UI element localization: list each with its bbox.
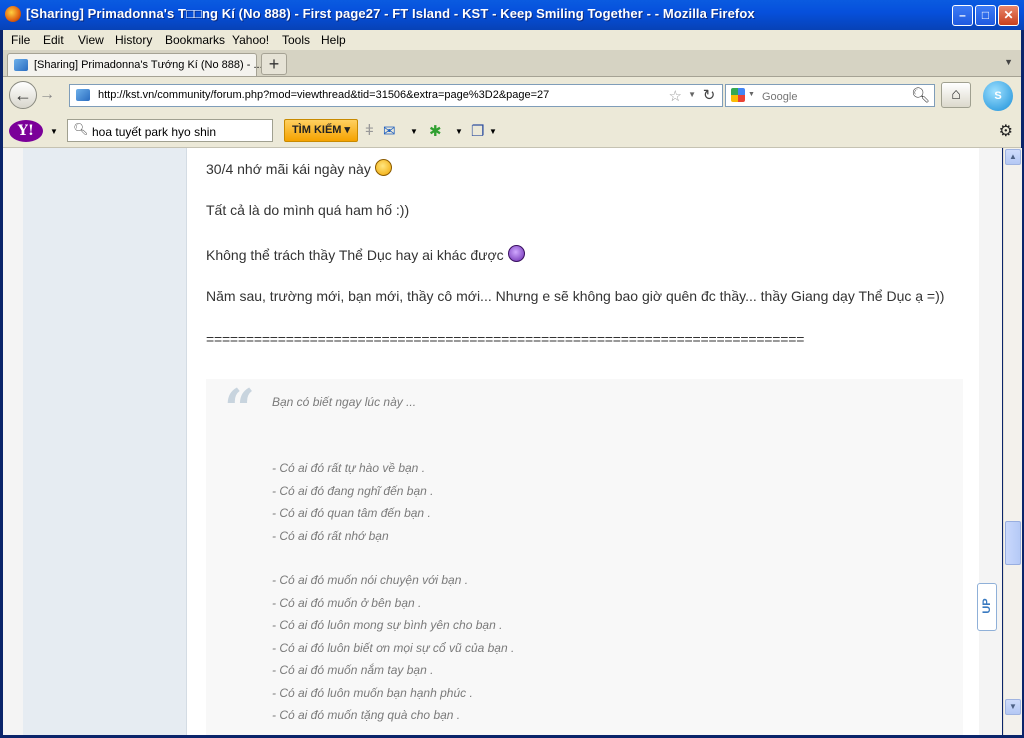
separator-line: ========================================… — [206, 331, 805, 347]
post-line: Năm sau, trường mới, bạn mới, thầy cô mớ… — [206, 288, 945, 304]
menu-view[interactable]: View — [78, 33, 104, 47]
menu-bookmarks[interactable]: Bookmarks — [165, 33, 225, 47]
menu-history[interactable]: History — [115, 33, 152, 47]
post-line: Không thể trách thầy Thể Dục hay ai khác… — [206, 245, 525, 263]
yahoo-dropdown-icon[interactable]: ▼ — [50, 127, 58, 136]
quote-line: - Có ai đó rất tự hào về bạn . — [272, 461, 426, 475]
menu-tools[interactable]: Tools — [282, 33, 310, 47]
menu-help[interactable]: Help — [321, 33, 346, 47]
web-search-input[interactable] — [760, 88, 904, 105]
quote-line: - Có ai đó rất nhớ bạn — [272, 529, 389, 543]
title-bar: [Sharing] Primadonna's T□□ng Kí (No 888)… — [0, 0, 1024, 30]
search-icon[interactable]: 🔍︎ — [911, 86, 930, 104]
menu-edit[interactable]: Edit — [43, 33, 64, 47]
page-content: 30/4 nhớ mãi kái ngày này Tất cả là do m… — [3, 148, 1002, 735]
quote-line: - Có ai đó quan tâm đến bạn . — [272, 506, 431, 520]
site-favicon-icon — [76, 89, 90, 101]
home-button[interactable]: ⌂ — [941, 82, 971, 108]
url-bar[interactable]: http://kst.vn/community/forum.php?mod=vi… — [69, 84, 723, 107]
scroll-down-arrow-icon[interactable]: ▼ — [1005, 699, 1021, 715]
quote-line: - Có ai đó muốn nắm tay bạn . — [272, 663, 434, 677]
minimize-button[interactable]: – — [952, 5, 973, 26]
reload-button[interactable]: ↻ — [697, 85, 721, 106]
forward-button[interactable]: → — [39, 86, 55, 104]
url-dropdown-icon[interactable]: ▼ — [688, 90, 696, 99]
post-author-column — [23, 148, 187, 735]
quote-line: - Có ai đó muốn tặng quà cho bạn . — [272, 708, 461, 722]
tab-label: [Sharing] Primadonna's Tướng Kí (No 888)… — [34, 59, 263, 71]
quote-line: - Có ai đó muốn ở bên bạn . — [272, 596, 422, 610]
vertical-scrollbar[interactable]: ▲ ▼ — [1003, 148, 1022, 735]
mail-dropdown-icon[interactable]: ▼ — [410, 127, 418, 136]
quote-line: - Có ai đó luôn mong sự bình yên cho bạn… — [272, 618, 503, 632]
search-icon: 🔍︎ — [73, 122, 89, 136]
yahoo-toolbar: Y! ▼ 🔍︎ TÌM KIẾM ▾ ǂ ✉ ▼ ✱ ▼ ❐ ▼ ⚙ — [3, 115, 1021, 148]
web-search-box: ▼ 🔍︎ — [725, 84, 935, 107]
post-line: Tất cả là do mình quá ham hố :)) — [206, 202, 410, 218]
quote-line: - Có ai đó đang nghĩ đến bạn . — [272, 484, 434, 498]
tab-active[interactable]: [Sharing] Primadonna's Tướng Kí (No 888)… — [7, 53, 263, 76]
tab-bar: [Sharing] Primadonna's Tướng Kí (No 888)… — [3, 50, 1021, 77]
quote-line: Bạn có biết ngay lúc này ... — [272, 395, 417, 409]
window-title: [Sharing] Primadonna's T□□ng Kí (No 888)… — [26, 6, 755, 21]
menu-file[interactable]: File — [11, 33, 30, 47]
yahoo-logo-icon[interactable]: Y! — [9, 120, 43, 142]
google-icon[interactable] — [731, 88, 745, 102]
scroll-to-top-button[interactable]: UP — [977, 583, 997, 631]
menu-yahoo[interactable]: Yahoo! — [232, 33, 269, 47]
flickr-dropdown-icon[interactable]: ▼ — [455, 127, 463, 136]
navigation-toolbar: ← → http://kst.vn/community/forum.php?mo… — [3, 77, 1021, 115]
quote-line: - Có ai đó luôn biết ơn mọi sự cổ vũ của… — [272, 641, 515, 655]
post-body: 30/4 nhớ mãi kái ngày này Tất cả là do m… — [187, 148, 979, 735]
toolbar-separator-icon: ǂ — [365, 122, 374, 139]
mail-icon[interactable]: ✉ — [383, 122, 396, 140]
search-engine-dropdown-icon[interactable]: ▼ — [748, 91, 755, 98]
yahoo-search-input[interactable] — [90, 123, 272, 140]
devil-emoticon-icon — [507, 245, 525, 262]
close-button[interactable]: ✕ — [998, 5, 1019, 26]
back-button[interactable]: ← — [9, 81, 37, 109]
quote-block: “ Bạn có biết ngay lúc này ... - Có ai đ… — [206, 377, 963, 735]
firefox-icon — [5, 6, 21, 22]
url-text[interactable]: http://kst.vn/community/forum.php?mod=vi… — [98, 89, 549, 101]
menu-bar: File Edit View History Bookmarks Yahoo! … — [3, 30, 1021, 50]
gear-icon[interactable]: ⚙ — [999, 121, 1013, 141]
quote-line: - Có ai đó muốn nói chuyện với bạn . — [272, 573, 469, 587]
bookmark-star-icon[interactable]: ☆ — [669, 87, 682, 105]
laughing-emoticon-icon — [374, 159, 392, 176]
bookmarks-dropdown-icon[interactable]: ▼ — [489, 127, 497, 136]
maximize-button[interactable]: □ — [975, 5, 996, 26]
yahoo-search-box: 🔍︎ — [67, 119, 273, 142]
scrollbar-thumb[interactable] — [1005, 521, 1021, 565]
site-favicon-icon — [14, 59, 28, 71]
browser-window: [Sharing] Primadonna's T□□ng Kí (No 888)… — [0, 0, 1024, 738]
quote-line: - Có ai đó luôn muốn bạn hạnh phúc . — [272, 686, 473, 700]
flickr-icon[interactable]: ✱ — [429, 122, 442, 140]
quote-mark-icon: “ — [224, 377, 256, 441]
skype-icon[interactable]: S — [983, 81, 1013, 111]
yahoo-search-button[interactable]: TÌM KIẾM ▾ — [284, 119, 358, 142]
scroll-up-arrow-icon[interactable]: ▲ — [1005, 149, 1021, 165]
tab-list-chevron-icon[interactable]: ▼ — [1004, 57, 1013, 67]
new-tab-button[interactable]: + — [261, 53, 287, 75]
bookmarks-icon[interactable]: ❐ — [471, 122, 484, 140]
post-line: 30/4 nhớ mãi kái ngày này — [206, 159, 392, 177]
